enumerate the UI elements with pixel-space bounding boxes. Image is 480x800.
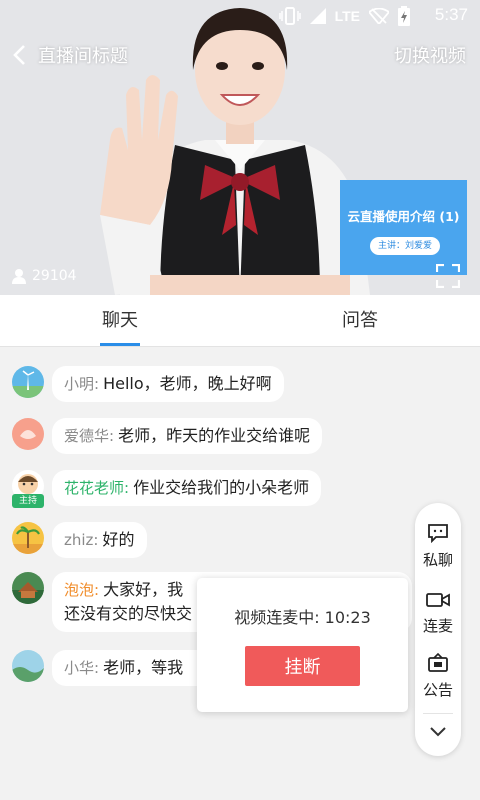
notice-button[interactable]: 公告 [415, 652, 461, 700]
network-label: LTE [334, 8, 360, 24]
mic-link-button[interactable]: 连麦 [415, 591, 461, 636]
tab-bar: 聊天 问答 [0, 295, 480, 347]
avatar-cabin-icon [12, 572, 44, 604]
camera-icon [426, 593, 450, 607]
user-icon [12, 268, 26, 284]
message-text: 好的 [102, 530, 135, 549]
private-chat-button[interactable]: 私聊 [415, 523, 461, 570]
vibrate-icon [278, 7, 301, 25]
fullscreen-icon[interactable] [436, 264, 460, 288]
avatar[interactable]: 主持 [12, 470, 44, 508]
chat-message: 爱德华: 老师，昨天的作业交给谁呢 [12, 418, 323, 454]
sender-name: 泡泡: [64, 581, 100, 599]
sender-name: 爱德华: [64, 427, 115, 445]
notice-icon [428, 652, 448, 672]
avatar-landscape-icon [12, 650, 44, 682]
viewer-count-value: 29104 [32, 268, 77, 284]
chat-bubble: 小明: Hello，老师，晚上好啊 [52, 366, 284, 402]
video-player[interactable]: LTE 5:37 直播间标题 切换视频 云直播使用介绍 (1) 主讲：刘爱爱 2… [0, 0, 480, 295]
private-chat-icon [428, 524, 448, 544]
hangup-button[interactable]: 挂断 [245, 646, 360, 686]
viewer-count: 29104 [12, 268, 77, 284]
avatar[interactable] [12, 572, 44, 604]
side-label: 私聊 [422, 551, 453, 569]
message-text-line2: 还没有交的尽快交 [64, 604, 193, 623]
side-menu: 私聊 连麦 公告 [415, 503, 461, 756]
avatar-windmill-icon [12, 366, 44, 398]
ppt-thumbnail[interactable]: 云直播使用介绍 (1) 主讲：刘爱爱 [340, 180, 467, 275]
message-text: Hello，老师，晚上好啊 [103, 374, 272, 393]
side-label: 公告 [422, 681, 453, 699]
sender-name: zhiz: [64, 531, 99, 549]
message-text: 大家好，我 [103, 580, 184, 599]
signal-icon [309, 8, 326, 24]
tab-qa[interactable]: 问答 [240, 295, 480, 346]
sender-name: 小华: [64, 659, 100, 677]
avatar[interactable] [12, 650, 44, 682]
video-topbar: 直播间标题 切换视频 [0, 38, 480, 72]
video-title: 直播间标题 [38, 46, 128, 67]
chat-bubble: zhiz: 好的 [52, 522, 147, 558]
chat-message: 主持 花花老师: 作业交给我们的小朵老师 [12, 470, 322, 508]
status-time: 5:37 [434, 5, 468, 24]
sender-name: 花花老师: [64, 479, 130, 497]
avatar-flower-icon [12, 418, 44, 450]
avatar[interactable] [12, 418, 44, 450]
ppt-speaker: 主讲：刘爱爱 [370, 237, 440, 255]
status-icons: LTE [278, 6, 410, 26]
chat-bubble: 爱德华: 老师，昨天的作业交给谁呢 [52, 418, 323, 454]
avatar[interactable] [12, 522, 44, 554]
battery-charging-icon [398, 6, 410, 26]
avatar[interactable] [12, 366, 44, 398]
chat-message: 小明: Hello，老师，晚上好啊 [12, 366, 284, 402]
sender-name: 小明: [64, 375, 100, 393]
mic-link-status: 视频连麦中: 10:23 [234, 608, 371, 627]
ppt-title: 云直播使用介绍 (1) [347, 209, 460, 224]
message-text: 老师，昨天的作业交给谁呢 [118, 426, 311, 445]
tab-chat[interactable]: 聊天 [0, 295, 240, 346]
side-label: 连麦 [422, 617, 453, 635]
avatar-palm-icon [12, 522, 44, 554]
switch-video-button[interactable]: 切换视频 [394, 42, 466, 68]
chat-bubble: 花花老师: 作业交给我们的小朵老师 [52, 470, 322, 506]
back-arrow-icon[interactable] [10, 42, 30, 68]
chat-list[interactable]: 小明: Hello，老师，晚上好啊 爱德华: 老师，昨天的作业交给谁呢 主持 花花老… [0, 348, 480, 800]
message-text: 作业交给我们的小朵老师 [133, 478, 310, 497]
mic-link-popup: 视频连麦中: 10:23 挂断 [197, 578, 408, 712]
side-divider [423, 713, 453, 714]
status-bar: LTE 5:37 [0, 0, 480, 32]
message-text: 老师，等我 [103, 658, 184, 677]
chevron-down-icon[interactable] [428, 725, 448, 739]
chat-message: zhiz: 好的 [12, 522, 147, 558]
host-badge: 主持 [12, 494, 44, 508]
wifi-off-icon [369, 8, 389, 24]
